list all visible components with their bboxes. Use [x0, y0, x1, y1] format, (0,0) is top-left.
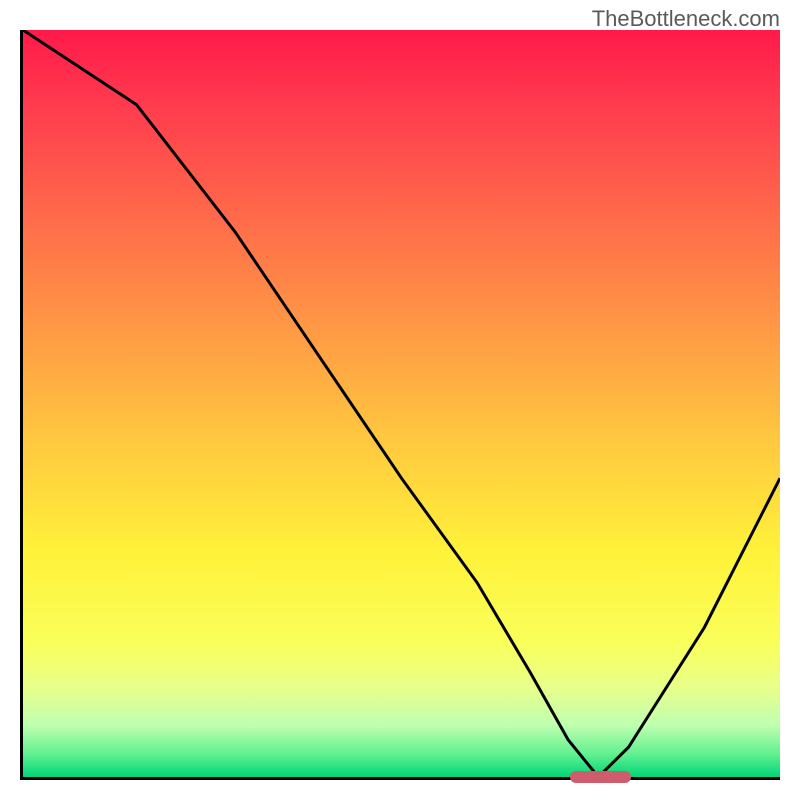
watermark-text: TheBottleneck.com [592, 6, 780, 32]
optimal-range-marker [570, 771, 631, 783]
chart-container: TheBottleneck.com [0, 0, 800, 800]
bottleneck-curve-path [23, 30, 780, 777]
curve-svg [23, 30, 780, 777]
plot-area [20, 30, 780, 780]
